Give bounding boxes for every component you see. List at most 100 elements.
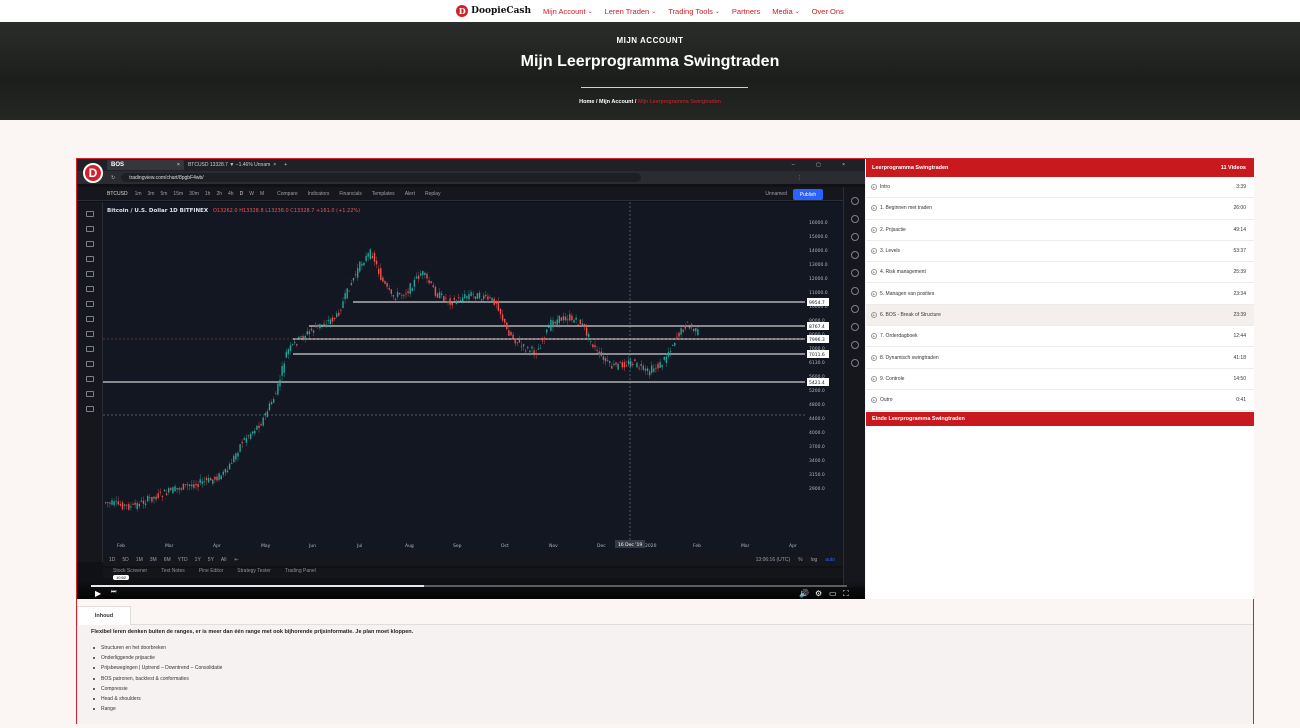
lock-icon[interactable] xyxy=(85,376,94,382)
panel-tab-text-notes[interactable]: Text Notes xyxy=(161,568,185,578)
new-tab-icon[interactable]: + xyxy=(284,162,287,168)
tool-templates[interactable]: Templates xyxy=(372,191,395,197)
reload-icon[interactable]: ↻ xyxy=(111,175,115,181)
brush-icon[interactable] xyxy=(85,256,94,262)
tool-indicators[interactable]: Indicators xyxy=(308,191,330,197)
range-1m[interactable]: 1M xyxy=(136,557,143,563)
trendline-icon[interactable] xyxy=(85,226,94,232)
channel-logo[interactable]: D xyxy=(83,163,103,183)
hotlist-icon[interactable] xyxy=(850,251,859,259)
range-ytd[interactable]: YTD xyxy=(178,557,188,563)
layout-name[interactable]: Unnamed xyxy=(765,191,787,197)
tab-inhoud[interactable]: Inhoud xyxy=(77,606,131,625)
volume-icon[interactable]: 🔊 xyxy=(799,589,809,598)
text-icon[interactable] xyxy=(85,271,94,277)
range-1y[interactable]: 1Y xyxy=(195,557,201,563)
nav-item-over-ons[interactable]: Over Ons xyxy=(812,7,844,16)
interval-1m[interactable]: 1m xyxy=(135,191,142,197)
tool-replay[interactable]: Replay xyxy=(425,191,441,197)
tool-financials[interactable]: Financials xyxy=(339,191,362,197)
fib-icon[interactable] xyxy=(85,241,94,247)
brand-logo[interactable]: D DoopieCash xyxy=(456,5,531,17)
video-progress[interactable] xyxy=(91,585,847,587)
interval-1h[interactable]: 1h xyxy=(205,191,211,197)
range-3m[interactable]: 3M xyxy=(150,557,157,563)
trash-icon[interactable] xyxy=(85,406,94,412)
fullscreen-icon[interactable]: ⛶ xyxy=(843,589,849,599)
chat-icon[interactable] xyxy=(850,305,859,313)
playlist-item[interactable]: ▶ 6. BOS - Break of Structure 23:39 xyxy=(866,304,1254,327)
tool-alert[interactable]: Alert xyxy=(405,191,415,197)
auto-scale[interactable]: auto xyxy=(825,557,835,563)
publish-button[interactable]: Publish xyxy=(793,189,823,200)
data-window-icon[interactable] xyxy=(850,233,859,241)
playlist-item[interactable]: ▶ 9. Controle 14:50 xyxy=(866,369,1254,390)
nav-item-media[interactable]: Media ⌄ xyxy=(772,7,799,16)
notifications-icon[interactable] xyxy=(850,323,859,331)
menu-icon[interactable]: ⋮ xyxy=(797,175,802,181)
nav-item-leren-traden[interactable]: Leren Traden ⌄ xyxy=(605,7,657,16)
playlist-item[interactable]: ▶ 4. Risk management 25:39 xyxy=(866,262,1254,284)
interval-W[interactable]: W xyxy=(249,191,254,197)
range-6m[interactable]: 6M xyxy=(164,557,171,563)
alerts-icon[interactable] xyxy=(850,215,859,223)
range-1d[interactable]: 1D xyxy=(109,557,115,563)
tool-compare[interactable]: Compare xyxy=(277,191,298,197)
playlist-item[interactable]: ▶ 3. Levels 53:37 xyxy=(866,241,1254,263)
window-controls-icon[interactable]: – ▢ × xyxy=(792,162,855,168)
play-icon[interactable]: ▶ xyxy=(95,589,101,598)
crosshair-icon[interactable] xyxy=(85,211,94,217)
close-icon[interactable]: × xyxy=(177,162,180,168)
timezone-label[interactable]: 13:06:16 (UTC) xyxy=(756,557,790,563)
goto-date-icon[interactable]: ⇤ xyxy=(234,557,238,563)
url-input[interactable]: tradingview.com/chart/8pgbF4wb/ xyxy=(121,173,642,182)
next-icon[interactable]: ⏭ xyxy=(111,589,116,596)
interval-15m[interactable]: 15m xyxy=(173,191,183,197)
ideas-icon[interactable] xyxy=(850,287,859,295)
interval-5m[interactable]: 5m xyxy=(160,191,167,197)
range-5y[interactable]: 5Y xyxy=(208,557,214,563)
miniplayer-icon[interactable]: ▭ xyxy=(829,589,837,598)
eye-icon[interactable] xyxy=(85,391,94,397)
symbol-search[interactable]: BTCUSD xyxy=(107,191,128,197)
watchlist-icon[interactable] xyxy=(850,197,859,205)
interval-2h[interactable]: 2h xyxy=(216,191,222,197)
interval-3m[interactable]: 3m xyxy=(148,191,155,197)
range-all[interactable]: All xyxy=(221,557,227,563)
prediction-icon[interactable] xyxy=(85,301,94,307)
breadcrumb-account[interactable]: Mijn Account xyxy=(599,99,633,105)
breadcrumb-home[interactable]: Home xyxy=(579,99,594,105)
icons-icon[interactable] xyxy=(85,316,94,322)
close-icon[interactable]: × xyxy=(273,162,276,168)
browser-tab-bos[interactable]: BOS × xyxy=(107,160,184,170)
streams-icon[interactable] xyxy=(850,359,859,367)
nav-item-trading-tools[interactable]: Trading Tools ⌄ xyxy=(668,7,720,16)
panel-tab-pine-editor[interactable]: Pine Editor xyxy=(199,568,223,578)
video-player[interactable]: D BOS × BTCUSD 13328.7 ▼ −1.46% Unnam × … xyxy=(77,159,865,599)
nav-item-mijn-account[interactable]: Mijn Account ⌄ xyxy=(543,7,593,16)
interval-30m[interactable]: 30m xyxy=(189,191,199,197)
magnet-icon[interactable] xyxy=(85,361,94,367)
playlist-item[interactable]: ▶ 2. Prijsactie 49:14 xyxy=(866,220,1254,241)
browser-tab-chart[interactable]: BTCUSD 13328.7 ▼ −1.46% Unnam × xyxy=(184,160,280,170)
calendar-icon[interactable] xyxy=(850,269,859,277)
playlist-item[interactable]: ▶ 5. Managen van posities 23:34 xyxy=(866,283,1254,305)
panel-tab-trading-panel[interactable]: Trading Panel xyxy=(285,568,316,578)
panel-tab-strategy-tester[interactable]: Strategy Tester xyxy=(237,568,271,578)
percent-scale[interactable]: % xyxy=(798,557,802,563)
ruler-icon[interactable] xyxy=(85,331,94,337)
pattern-icon[interactable] xyxy=(85,286,94,292)
price-chart[interactable]: 16000.0 15000.0 14000.0 13000.0 12000.0 11000… xyxy=(103,202,843,554)
playlist-item[interactable]: ▶ Outro 0:41 xyxy=(866,390,1254,412)
playlist-item[interactable]: ▶ 1. Beginnen met traden 26:00 xyxy=(866,198,1254,220)
bell-icon[interactable] xyxy=(850,341,859,349)
range-5d[interactable]: 5D xyxy=(122,557,128,563)
nav-item-partners[interactable]: Partners xyxy=(732,7,760,16)
log-scale[interactable]: log xyxy=(811,557,818,563)
interval-M[interactable]: M xyxy=(260,191,264,197)
playlist-item[interactable]: ▶ Intro 3:39 xyxy=(866,177,1254,199)
playlist-item[interactable]: ▶ 8. Dynamisch swingtraden 41:18 xyxy=(866,347,1254,369)
settings-gear-icon[interactable]: ⚙ xyxy=(815,589,822,598)
interval-4h[interactable]: 4h xyxy=(228,191,234,197)
playlist-item[interactable]: ▶ 7. Orderdagboek 12:44 xyxy=(866,326,1254,348)
